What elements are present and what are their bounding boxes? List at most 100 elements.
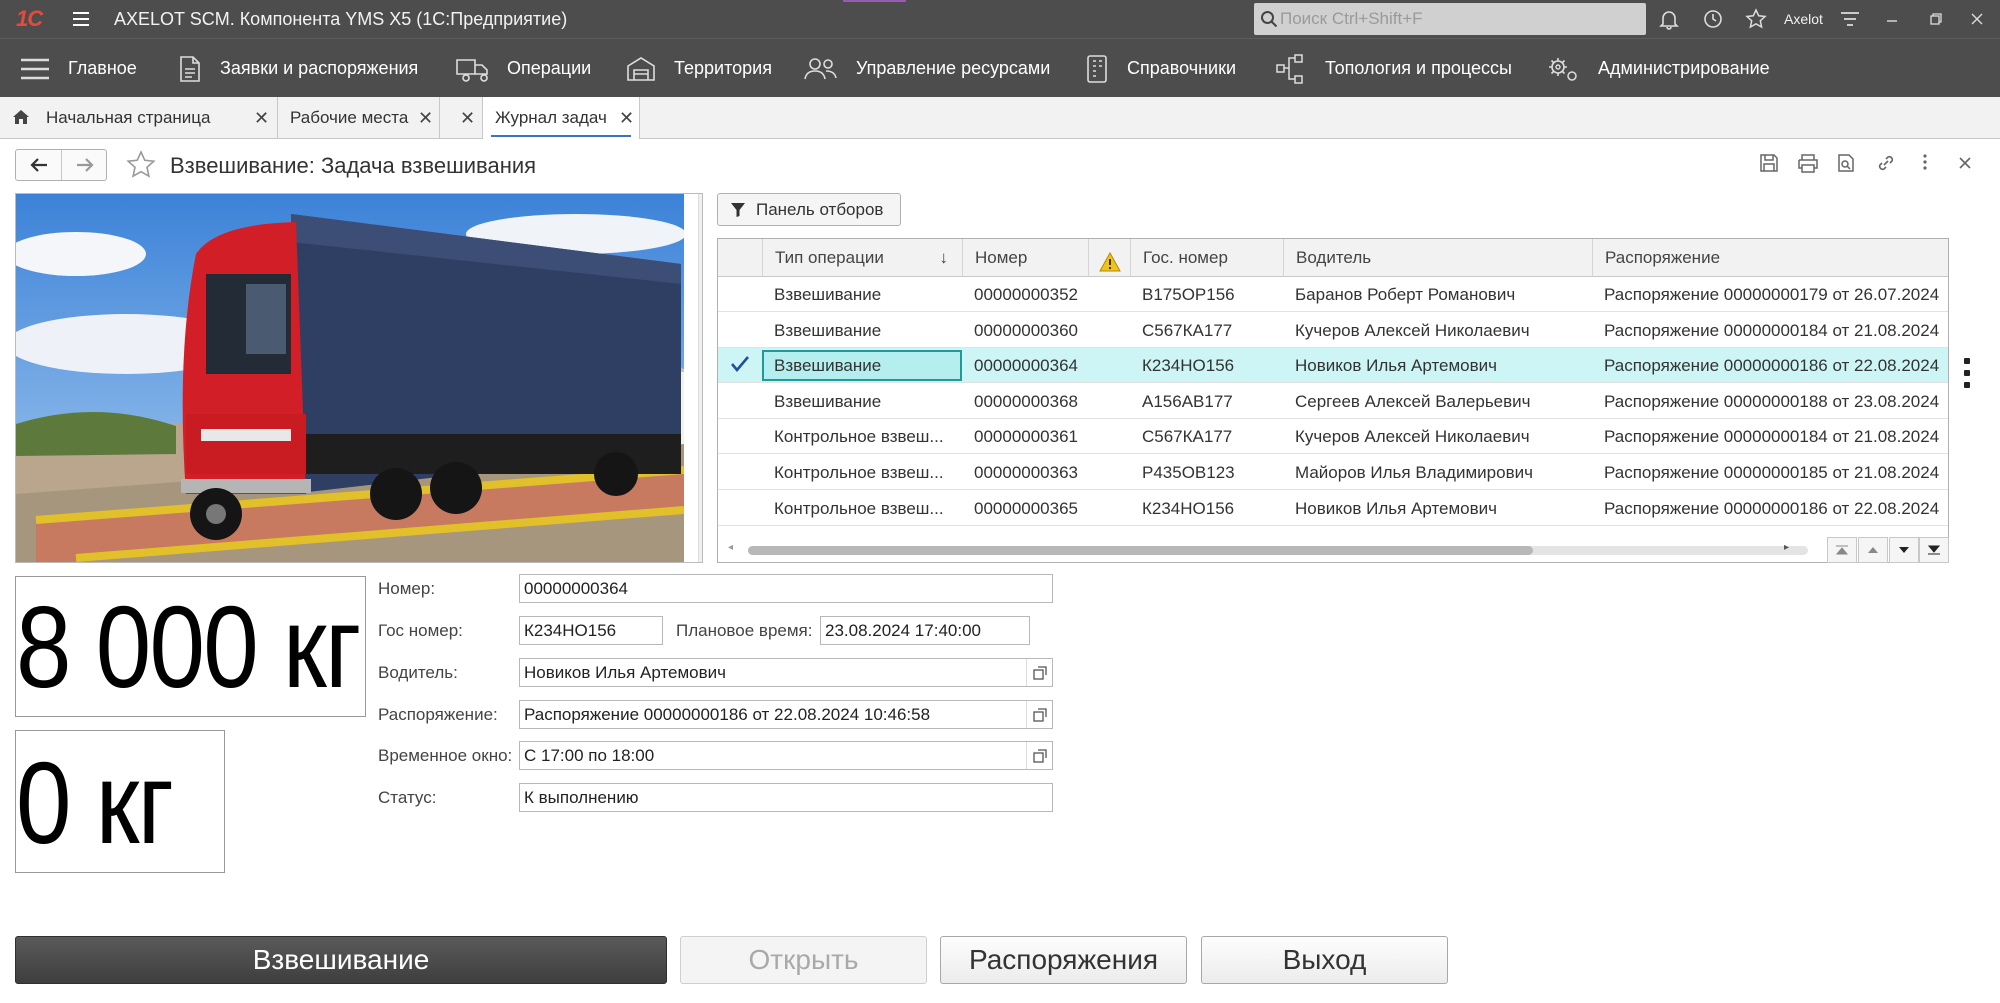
cell-plate[interactable]: С567КА177 — [1130, 313, 1283, 348]
time-window-field[interactable]: С 17:00 по 18:00 — [519, 741, 1053, 770]
cell-plate[interactable]: К234НО156 — [1130, 348, 1283, 383]
exit-button[interactable]: Выход — [1201, 936, 1448, 984]
menu-item-operations[interactable]: Операции — [455, 39, 591, 98]
cell-order[interactable]: Распоряжение 00000000186 от 22.08.2024 — [1592, 348, 1948, 383]
history-icon[interactable] — [1702, 8, 1724, 35]
cell-driver[interactable]: Кучеров Алексей Николаевич — [1283, 313, 1592, 348]
tab-task-journal[interactable]: Журнал задач ✕ — [482, 97, 640, 139]
cell-number[interactable]: 00000000363 — [962, 455, 1088, 490]
bell-icon[interactable] — [1658, 8, 1680, 35]
cell-number[interactable]: 00000000364 — [962, 348, 1088, 383]
table-row[interactable]: Контрольное взвеш... 00000000365 К234НО156… — [718, 491, 1948, 526]
menu-item-main[interactable]: Главное — [20, 39, 137, 98]
menu-item-requests[interactable]: Заявки и распоряжения — [178, 39, 418, 98]
photo-scrollbar[interactable]: ▲ ▲ ▼ ▼ — [698, 194, 702, 562]
cell-number[interactable]: 00000000352 — [962, 277, 1088, 312]
user-name[interactable]: Axelot — [1784, 11, 1823, 27]
back-arrow-icon[interactable] — [16, 150, 62, 180]
tab-workplaces[interactable]: Рабочие места ✕ — [278, 97, 440, 139]
table-row[interactable]: Взвешивание 00000000368 А156АВ177 Сергеев … — [718, 384, 1948, 419]
table-row[interactable]: Взвешивание 00000000352 В175ОР156 Баранов Р… — [718, 277, 1948, 312]
grid-more-icon[interactable] — [1964, 358, 1970, 394]
go-up-icon[interactable] — [1858, 537, 1888, 563]
favorite-star-icon[interactable] — [125, 149, 157, 186]
cell-plate[interactable]: А156АВ177 — [1130, 384, 1283, 419]
open-driver-icon[interactable] — [1026, 659, 1052, 686]
cell-driver[interactable]: Сергеев Алексей Валерьевич — [1283, 384, 1592, 419]
open-order-icon[interactable] — [1026, 701, 1052, 728]
header-operation-type[interactable]: Тип операции ↓ — [762, 239, 962, 277]
header-warning[interactable] — [1088, 239, 1130, 277]
status-field[interactable]: К выполнению — [519, 783, 1053, 812]
cell-driver[interactable]: Баранов Роберт Романович — [1283, 277, 1592, 312]
cell-operation-type[interactable]: Взвешивание — [762, 348, 962, 383]
header-number[interactable]: Номер — [962, 239, 1088, 277]
table-row[interactable]: Взвешивание 00000000364 К234НО156 Новиков И… — [718, 348, 1948, 384]
cell-order[interactable]: Распоряжение 00000000188 от 23.08.2024 — [1592, 384, 1948, 419]
preview-icon[interactable] — [1836, 153, 1856, 173]
close-window-icon[interactable] — [1970, 12, 1984, 31]
table-row[interactable]: Контрольное взвеш... 00000000363 Р435ОВ123… — [718, 455, 1948, 490]
search-input[interactable] — [1280, 7, 1640, 31]
open-time-window-icon[interactable] — [1026, 742, 1052, 769]
menu-item-topology[interactable]: Топология и процессы — [1275, 39, 1512, 98]
scroll-thumb[interactable] — [748, 546, 1533, 555]
restore-icon[interactable] — [1929, 12, 1943, 31]
cell-operation-type[interactable]: Взвешивание — [762, 277, 962, 312]
header-order[interactable]: Распоряжение — [1592, 239, 1948, 277]
number-field[interactable]: 00000000364 — [519, 574, 1053, 603]
cell-order[interactable]: Распоряжение 00000000186 от 22.08.2024 — [1592, 491, 1948, 526]
cell-operation-type[interactable]: Контрольное взвеш... — [762, 455, 962, 490]
close-tab-icon[interactable]: ✕ — [619, 108, 634, 129]
close-tab-icon[interactable]: ✕ — [418, 108, 433, 129]
close-form-icon[interactable] — [1958, 156, 1972, 170]
cell-plate[interactable]: В175ОР156 — [1130, 277, 1283, 312]
cell-driver[interactable]: Новиков Илья Артемович — [1283, 348, 1592, 383]
order-field[interactable]: Распоряжение 00000000186 от 22.08.2024 1… — [519, 700, 1053, 729]
cell-operation-type[interactable]: Взвешивание — [762, 384, 962, 419]
cell-operation-type[interactable]: Взвешивание — [762, 313, 962, 348]
cell-order[interactable]: Распоряжение 00000000184 от 21.08.2024 — [1592, 313, 1948, 348]
menu-item-territory[interactable]: Территория — [626, 39, 772, 98]
tab-home[interactable]: Начальная страница ✕ — [0, 97, 278, 139]
table-row[interactable]: Взвешивание 00000000360 С567КА177 Кучеров А… — [718, 313, 1948, 348]
menu-item-administration[interactable]: Администрирование — [1546, 39, 1770, 98]
table-horizontal-scrollbar[interactable]: ◂ ▸ — [718, 534, 1948, 562]
cell-order[interactable]: Распоряжение 00000000185 от 21.08.2024 — [1592, 455, 1948, 490]
cell-driver[interactable]: Кучеров Алексей Николаевич — [1283, 419, 1592, 454]
close-tab-icon[interactable]: ✕ — [460, 108, 475, 129]
minimize-icon[interactable] — [1885, 12, 1899, 31]
weigh-button[interactable]: Взвешивание — [15, 936, 667, 984]
print-icon[interactable] — [1797, 153, 1819, 173]
cell-number[interactable]: 00000000368 — [962, 384, 1088, 419]
header-driver[interactable]: Водитель — [1283, 239, 1592, 277]
plan-time-field[interactable]: 23.08.2024 17:40:00 — [820, 616, 1030, 645]
scroll-left-icon[interactable]: ◂ — [728, 542, 733, 553]
orders-button[interactable]: Распоряжения — [940, 936, 1187, 984]
cell-number[interactable]: 00000000361 — [962, 419, 1088, 454]
settings-lines-icon[interactable] — [1840, 11, 1860, 32]
cell-driver[interactable]: Новиков Илья Артемович — [1283, 491, 1592, 526]
main-menu-icon[interactable] — [72, 10, 90, 33]
cell-plate[interactable]: К234НО156 — [1130, 491, 1283, 526]
menu-item-catalogs[interactable]: Справочники — [1085, 39, 1236, 98]
scroll-right-icon[interactable]: ▸ — [1784, 542, 1789, 553]
go-first-icon[interactable] — [1827, 537, 1857, 563]
menu-item-resources[interactable]: Управление ресурсами — [804, 39, 1050, 98]
link-icon[interactable] — [1876, 153, 1896, 173]
cell-order[interactable]: Распоряжение 00000000179 от 26.07.2024 — [1592, 277, 1948, 312]
header-plate[interactable]: Гос. номер — [1130, 239, 1283, 277]
cell-operation-type[interactable]: Контрольное взвеш... — [762, 491, 962, 526]
save-icon[interactable] — [1759, 153, 1779, 173]
cell-number[interactable]: 00000000365 — [962, 491, 1088, 526]
cell-operation-type[interactable]: Контрольное взвеш... — [762, 419, 962, 454]
cell-number[interactable]: 00000000360 — [962, 313, 1088, 348]
close-tab-icon[interactable]: ✕ — [254, 108, 269, 129]
filter-panel-button[interactable]: Панель отборов — [717, 193, 901, 226]
cell-plate[interactable]: Р435ОВ123 — [1130, 455, 1283, 490]
global-search[interactable] — [1254, 3, 1646, 35]
cell-driver[interactable]: Майоров Илья Владимирович — [1283, 455, 1592, 490]
forward-arrow-icon[interactable] — [62, 150, 108, 180]
go-down-icon[interactable] — [1889, 537, 1919, 563]
open-button[interactable]: Открыть — [680, 936, 927, 984]
